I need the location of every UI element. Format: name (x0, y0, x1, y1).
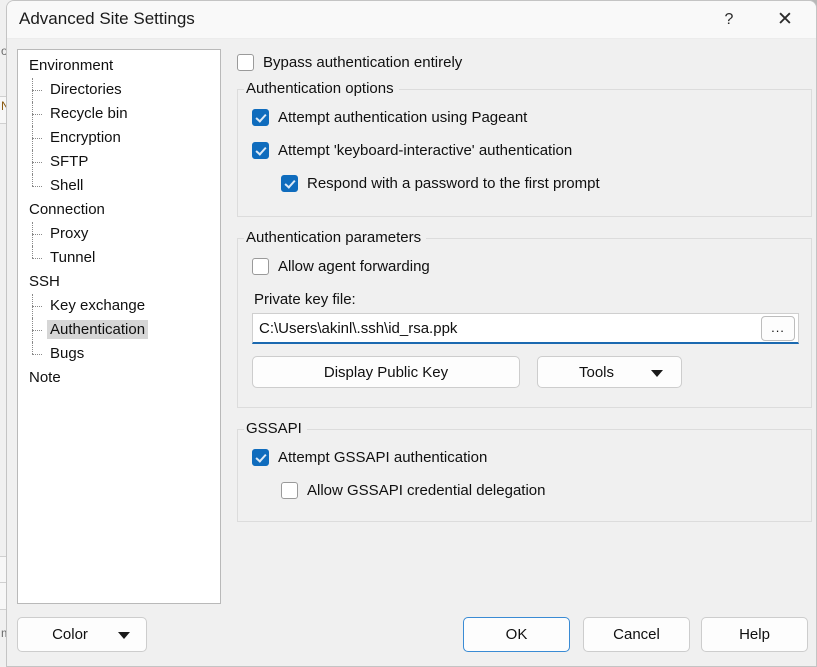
display-public-key-button[interactable]: Display Public Key (252, 356, 520, 388)
gssapi-group: GSSAPI Attempt GSSAPI authentication All… (237, 420, 812, 522)
chevron-down-icon (651, 370, 663, 377)
respond-password-checkbox-row[interactable]: Respond with a password to the first pro… (281, 170, 799, 196)
pageant-label: Attempt authentication using Pageant (278, 108, 528, 126)
tree-item-label: Authentication (47, 320, 149, 339)
keyboard-interactive-label: Attempt 'keyboard-interactive' authentic… (278, 141, 573, 159)
help-button[interactable]: Help (701, 617, 808, 652)
tree-item-label: Tunnel (50, 249, 96, 266)
tree-item-sftp[interactable]: SFTP (18, 150, 220, 174)
ok-button[interactable]: OK (463, 617, 570, 652)
dialog-footer: Color OK Cancel Help (7, 608, 816, 666)
tools-button[interactable]: Tools (537, 356, 682, 388)
tree-item-ssh[interactable]: SSH (18, 270, 220, 294)
question-mark-icon[interactable]: ? (706, 1, 752, 38)
gssapi-delegation-checkbox[interactable] (281, 481, 298, 499)
cancel-label: Cancel (613, 626, 660, 643)
chevron-down-icon (118, 632, 130, 639)
tree-item-connection[interactable]: Connection (18, 198, 220, 222)
bypass-authentication-checkbox[interactable] (237, 53, 254, 71)
tree-item-bugs[interactable]: Bugs (18, 342, 220, 366)
tree-item-label: SSH (29, 273, 60, 290)
tree-item-directories[interactable]: Directories (18, 78, 220, 102)
keyboard-interactive-checkbox[interactable] (252, 141, 269, 159)
gssapi-attempt-label: Attempt GSSAPI authentication (278, 448, 488, 466)
advanced-site-settings-dialog: Advanced Site Settings ? ✕ Environment Di… (6, 0, 817, 667)
tree-item-environment[interactable]: Environment (18, 54, 220, 78)
gssapi-title: GSSAPI (244, 420, 307, 437)
tree-item-label: Recycle bin (50, 105, 128, 122)
tree-item-encryption[interactable]: Encryption (18, 126, 220, 150)
tree-item-note[interactable]: Note (18, 366, 220, 390)
tree-item-label: Proxy (50, 225, 89, 242)
settings-tree[interactable]: Environment Directories Recycle bin Encrypt… (17, 49, 221, 604)
agent-forwarding-checkbox-row[interactable]: Allow agent forwarding (252, 253, 799, 279)
tree-item-label: Bugs (50, 345, 85, 362)
cancel-button[interactable]: Cancel (583, 617, 690, 652)
respond-password-label: Respond with a password to the first pro… (307, 174, 600, 192)
tree-item-label: Key exchange (50, 297, 146, 314)
pageant-checkbox-row[interactable]: Attempt authentication using Pageant (252, 104, 799, 130)
gssapi-attempt-checkbox-row[interactable]: Attempt GSSAPI authentication (252, 444, 799, 470)
authentication-parameters-group: Authentication parameters Allow agent fo… (237, 229, 812, 408)
help-label: Help (739, 626, 770, 643)
gssapi-attempt-checkbox[interactable] (252, 448, 269, 466)
tree-item-authentication[interactable]: Authentication (18, 318, 220, 342)
tree-item-tunnel[interactable]: Tunnel (18, 246, 220, 270)
close-icon[interactable]: ✕ (762, 1, 808, 38)
tree-item-label: Connection (29, 201, 105, 218)
authentication-options-title: Authentication options (244, 80, 399, 97)
settings-pane: Bypass authentication entirely Authentic… (237, 49, 812, 522)
keyboard-interactive-checkbox-row[interactable]: Attempt 'keyboard-interactive' authentic… (252, 137, 799, 163)
key-action-buttons: Display Public Key Tools (252, 356, 799, 388)
tree-item-proxy[interactable]: Proxy (18, 222, 220, 246)
color-label: Color (52, 626, 88, 643)
tree-item-shell[interactable]: Shell (18, 174, 220, 198)
gssapi-delegation-label: Allow GSSAPI credential delegation (307, 481, 546, 499)
gssapi-delegation-checkbox-row[interactable]: Allow GSSAPI credential delegation (281, 477, 799, 503)
tree-item-recycle-bin[interactable]: Recycle bin (18, 102, 220, 126)
tree-item-label: Encryption (50, 129, 121, 146)
tree-item-label: SFTP (50, 153, 89, 170)
tree-item-label: Note (29, 369, 61, 386)
bypass-authentication-checkbox-row[interactable]: Bypass authentication entirely (237, 49, 812, 75)
private-key-file-input[interactable] (253, 314, 761, 342)
browse-button[interactable]: ... (761, 315, 795, 341)
agent-forwarding-checkbox[interactable] (252, 257, 269, 275)
agent-forwarding-label: Allow agent forwarding (278, 257, 430, 275)
window-title: Advanced Site Settings (19, 9, 195, 28)
pageant-checkbox[interactable] (252, 108, 269, 126)
tree-item-label: Directories (50, 81, 122, 98)
ok-label: OK (505, 626, 528, 643)
authentication-options-group: Authentication options Attempt authentic… (237, 80, 812, 217)
display-public-key-label: Display Public Key (323, 363, 449, 381)
private-key-file-label: Private key file: (254, 291, 356, 308)
tree-item-label: Environment (29, 57, 114, 74)
tree-item-label: Shell (50, 177, 84, 194)
color-button[interactable]: Color (17, 617, 147, 652)
tools-label: Tools (578, 363, 615, 381)
tree-item-key-exchange[interactable]: Key exchange (18, 294, 220, 318)
bypass-authentication-label: Bypass authentication entirely (263, 53, 463, 71)
authentication-parameters-title: Authentication parameters (244, 229, 427, 246)
respond-password-checkbox[interactable] (281, 174, 298, 192)
private-key-file-field[interactable]: ... (252, 313, 799, 344)
title-bar: Advanced Site Settings ? ✕ (7, 1, 816, 39)
